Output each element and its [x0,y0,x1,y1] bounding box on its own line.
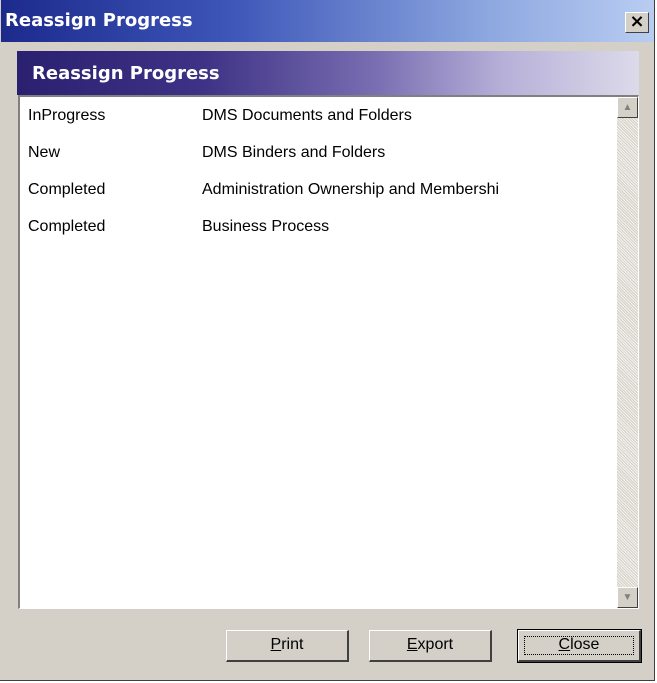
item-status: Completed [28,218,106,235]
export-button[interactable]: Export [369,630,492,662]
list-item[interactable]: Completed Business Process [20,208,616,245]
title-bar[interactable]: Reassign Progress × [1,0,654,42]
scroll-up-arrow-icon: ▲ [622,102,633,113]
scroll-up-button[interactable]: ▲ [617,97,638,118]
item-name: DMS Documents and Folders [202,107,412,124]
item-name: Business Process [202,218,330,235]
focus-rectangle [524,636,634,655]
scroll-down-button[interactable]: ▼ [617,587,638,608]
close-icon: × [629,11,645,32]
export-accel: E [406,636,418,653]
progress-rows: InProgress DMS Documents and Folders New… [20,97,616,245]
print-accel: P [270,636,282,653]
item-status: InProgress [28,107,106,124]
reassign-progress-dialog: Reassign Progress × Reassign Progress In… [0,0,655,681]
progress-list[interactable]: InProgress DMS Documents and Folders New… [18,95,639,609]
print-label: rint [281,636,304,653]
scroll-down-arrow-icon: ▼ [622,592,633,603]
vertical-scrollbar[interactable]: ▲ ▼ [617,97,638,608]
window-title: Reassign Progress [5,10,193,31]
close-window-button[interactable]: × [625,12,649,33]
print-button[interactable]: Print [226,630,349,662]
close-button[interactable]: Close [517,629,642,663]
item-name: DMS Binders and Folders [202,144,386,161]
list-item[interactable]: InProgress DMS Documents and Folders [20,97,616,134]
section-header: Reassign Progress [17,51,639,95]
item-status: Completed [28,181,106,198]
export-label: xport [417,636,454,653]
list-item[interactable]: Completed Administration Ownership and M… [20,171,616,208]
item-name: Administration Ownership and Membershi [202,181,500,198]
item-status: New [28,144,61,161]
section-header-title: Reassign Progress [32,63,220,84]
list-item[interactable]: New DMS Binders and Folders [20,134,616,171]
